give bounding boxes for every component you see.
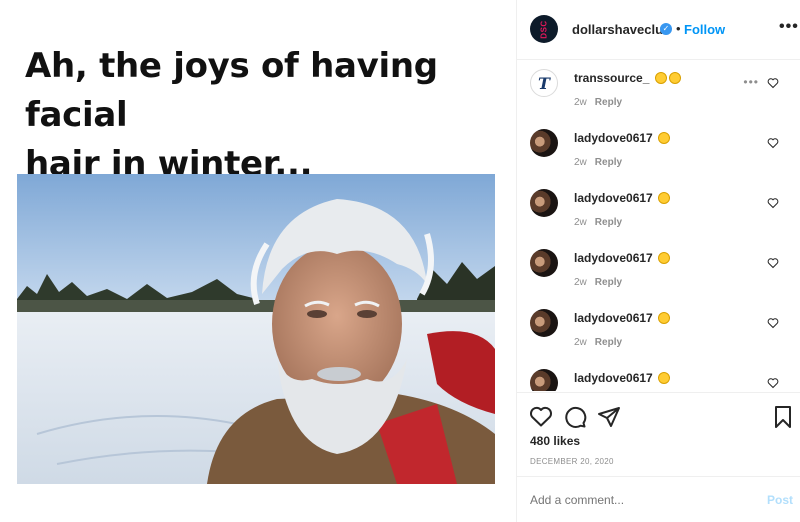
comments-list[interactable]: T transsource_ 2w Reply ••• ladydove0617 …	[517, 61, 800, 391]
more-options-icon[interactable]: •••	[779, 18, 799, 36]
comment-username[interactable]: ladydove0617	[574, 311, 653, 325]
profile-photo-icon[interactable]	[530, 309, 558, 337]
rolling-on-floor-laughing-icon	[658, 132, 671, 144]
heart-icon[interactable]	[767, 377, 779, 389]
comment-meta: 2w Reply	[574, 337, 622, 348]
comment-age: 2w	[574, 277, 587, 288]
laughing-face-icon	[668, 72, 681, 84]
post-media: Ah, the joys of having facial hair in wi…	[0, 0, 516, 522]
post-side-panel: DSC dollarshaveclub ✓ • Follow ••• T tra…	[516, 0, 800, 522]
grinning-face-icon	[654, 72, 667, 84]
comment-meta: 2w Reply	[574, 217, 622, 228]
reply-button[interactable]: Reply	[595, 97, 622, 108]
comment-username[interactable]: ladydove0617	[574, 251, 653, 265]
photo-illustration	[17, 174, 495, 484]
like-heart-icon[interactable]	[529, 405, 553, 429]
comment-item: ladydove0617 2w Reply	[517, 241, 800, 301]
comment-item: ladydove0617 2w Reply	[517, 301, 800, 361]
comment-meta: 2w Reply	[574, 277, 622, 288]
comment-age: 2w	[574, 97, 587, 108]
comment-meta: 2w Reply	[574, 97, 622, 108]
save-bookmark-icon[interactable]	[771, 405, 795, 429]
separator-dot: •	[676, 21, 681, 36]
comment-text: ladydove0617	[574, 251, 671, 265]
avatar[interactable]: DSC	[530, 15, 558, 43]
heart-icon[interactable]	[767, 137, 779, 149]
transsource-avatar-icon[interactable]: T	[530, 69, 558, 97]
comment-username[interactable]: ladydove0617	[574, 191, 653, 205]
post-actions: 480 likes DECEMBER 20, 2020	[517, 392, 800, 476]
comment-username[interactable]: ladydove0617	[574, 131, 653, 145]
rolling-on-floor-laughing-icon	[658, 252, 671, 264]
profile-photo-icon[interactable]	[530, 129, 558, 157]
heart-icon[interactable]	[767, 257, 779, 269]
comment-username[interactable]: ladydove0617	[574, 371, 653, 385]
comment-age: 2w	[574, 157, 587, 168]
reply-button[interactable]: Reply	[595, 337, 622, 348]
comment-text: ladydove0617	[574, 191, 671, 205]
profile-photo-icon[interactable]	[530, 369, 558, 391]
frozen-beard-photo[interactable]	[17, 174, 495, 484]
comment-age: 2w	[574, 337, 587, 348]
heart-icon[interactable]	[767, 317, 779, 329]
heart-icon[interactable]	[767, 197, 779, 209]
reply-button[interactable]: Reply	[595, 277, 622, 288]
comment-username[interactable]: transsource_	[574, 71, 649, 85]
post-date[interactable]: DECEMBER 20, 2020	[530, 457, 614, 466]
meme-caption: Ah, the joys of having facial hair in wi…	[25, 42, 505, 189]
post-comment-button[interactable]: Post	[767, 493, 793, 507]
follow-button[interactable]: Follow	[684, 22, 725, 37]
rolling-on-floor-laughing-icon	[658, 192, 671, 204]
comment-item: ladydove0617 2w Reply	[517, 121, 800, 181]
comment-meta: 2w Reply	[574, 157, 622, 168]
profile-photo-icon[interactable]	[530, 249, 558, 277]
comment-bubble-icon[interactable]	[563, 405, 587, 429]
comment-item: ladydove0617	[517, 361, 800, 391]
verified-badge-icon: ✓	[660, 23, 672, 35]
likes-count[interactable]: 480 likes	[530, 434, 580, 448]
transsource-logo-letter: T	[538, 73, 550, 93]
comment-text: ladydove0617	[574, 311, 671, 325]
rolling-on-floor-laughing-icon	[658, 312, 671, 324]
profile-photo-icon[interactable]	[530, 189, 558, 217]
share-paper-plane-icon[interactable]	[597, 405, 621, 429]
add-comment-bar: Post	[517, 476, 800, 522]
avatar-logo-text: DSC	[539, 19, 549, 39]
heart-icon[interactable]	[767, 77, 779, 89]
comment-options-icon[interactable]: •••	[743, 75, 759, 89]
comment-text: ladydove0617	[574, 131, 671, 145]
comment-text: ladydove0617	[574, 371, 671, 385]
rolling-on-floor-laughing-icon	[658, 372, 671, 384]
meme-caption-line1: Ah, the joys of having facial	[25, 46, 438, 135]
post-header: DSC dollarshaveclub ✓ • Follow •••	[517, 0, 800, 60]
reply-button[interactable]: Reply	[595, 157, 622, 168]
reply-button[interactable]: Reply	[595, 217, 622, 228]
comment-item: T transsource_ 2w Reply •••	[517, 61, 800, 121]
comment-item: ladydove0617 2w Reply	[517, 181, 800, 241]
add-comment-input[interactable]	[530, 493, 730, 507]
comment-text: transsource_	[574, 71, 681, 85]
username-link[interactable]: dollarshaveclub	[572, 22, 671, 37]
comment-age: 2w	[574, 217, 587, 228]
